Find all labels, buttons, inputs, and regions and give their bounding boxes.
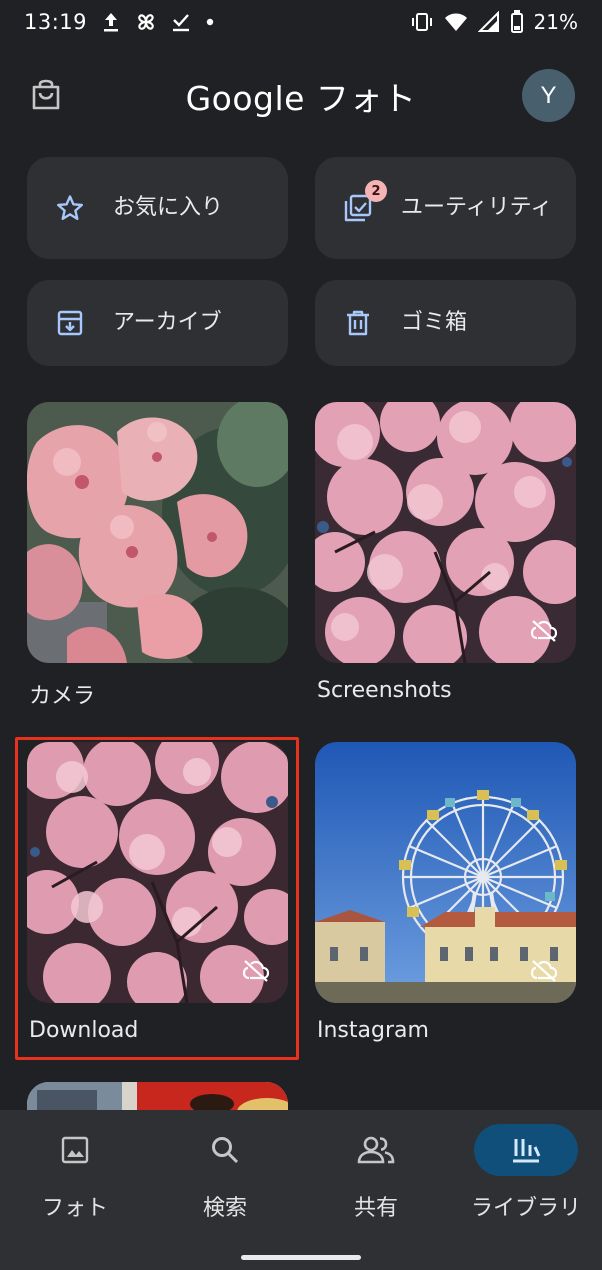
album-screenshots[interactable]: Screenshots	[315, 402, 576, 703]
battery-percent: 21%	[533, 10, 578, 34]
gesture-handle[interactable]	[241, 1255, 361, 1260]
battery-icon	[510, 10, 524, 34]
cloud-off-icon	[530, 619, 558, 647]
nav-library[interactable]: ライブラリ	[451, 1124, 601, 1234]
app-bar: Google フォト Y	[0, 50, 602, 140]
album-label: Download	[29, 1018, 139, 1043]
dot-icon	[205, 17, 215, 27]
pinwheel-icon	[135, 11, 157, 33]
album-label: Screenshots	[317, 678, 452, 703]
album-camera[interactable]: カメラ	[27, 402, 288, 709]
nav-label: フォト	[41, 1196, 108, 1221]
tile-label: お気に入り	[113, 195, 224, 220]
album-thumbnail[interactable]	[27, 402, 288, 663]
utilities-badge: 2	[365, 180, 387, 202]
photo-icon	[23, 1124, 127, 1176]
cloud-off-icon	[242, 959, 270, 987]
star-icon	[55, 193, 85, 223]
status-time: 13:19	[24, 10, 88, 34]
album-thumbnail[interactable]	[315, 402, 576, 663]
tile-archive[interactable]: アーカイブ	[27, 280, 288, 366]
search-icon	[173, 1124, 277, 1176]
tile-label: ユーティリティ	[401, 195, 553, 220]
signal-icon	[477, 11, 500, 33]
tile-trash[interactable]: ゴミ箱	[315, 280, 576, 366]
account-avatar[interactable]: Y	[522, 69, 575, 122]
archive-icon	[55, 308, 85, 338]
album-download[interactable]: Download	[27, 742, 288, 1043]
utilities-icon: 2	[343, 180, 387, 223]
upload-icon	[101, 11, 121, 33]
tile-favorites[interactable]: お気に入り	[27, 157, 288, 259]
nav-label: 共有	[353, 1196, 398, 1221]
album-thumbnail[interactable]	[27, 1082, 288, 1110]
library-icon	[474, 1124, 578, 1176]
nav-sharing[interactable]: 共有	[301, 1124, 451, 1234]
wifi-icon	[444, 11, 468, 33]
bottom-navigation: フォト 検索 共有 ライブラリ	[0, 1110, 602, 1270]
vibrate-icon	[410, 11, 434, 33]
trash-icon	[343, 308, 373, 338]
album-thumbnail[interactable]	[27, 742, 288, 1003]
album-label: カメラ	[29, 684, 96, 709]
tile-label: アーカイブ	[113, 310, 222, 335]
album-instagram[interactable]: Instagram	[315, 742, 576, 1043]
app-title: Google フォト	[185, 79, 417, 118]
download-done-icon	[171, 12, 191, 32]
album-partial[interactable]	[27, 1082, 288, 1110]
tile-label: ゴミ箱	[401, 310, 468, 335]
album-label: Instagram	[317, 1018, 429, 1043]
nav-label: ライブラリ	[470, 1196, 581, 1221]
nav-label: 検索	[202, 1196, 247, 1221]
people-icon	[324, 1124, 428, 1176]
album-thumbnail[interactable]	[315, 742, 576, 1003]
tile-utilities[interactable]: 2 ユーティリティ	[315, 157, 576, 259]
status-bar: 13:19 21%	[0, 0, 602, 44]
nav-search[interactable]: 検索	[150, 1124, 300, 1234]
cloud-off-icon	[530, 959, 558, 987]
nav-photos[interactable]: フォト	[0, 1124, 150, 1234]
